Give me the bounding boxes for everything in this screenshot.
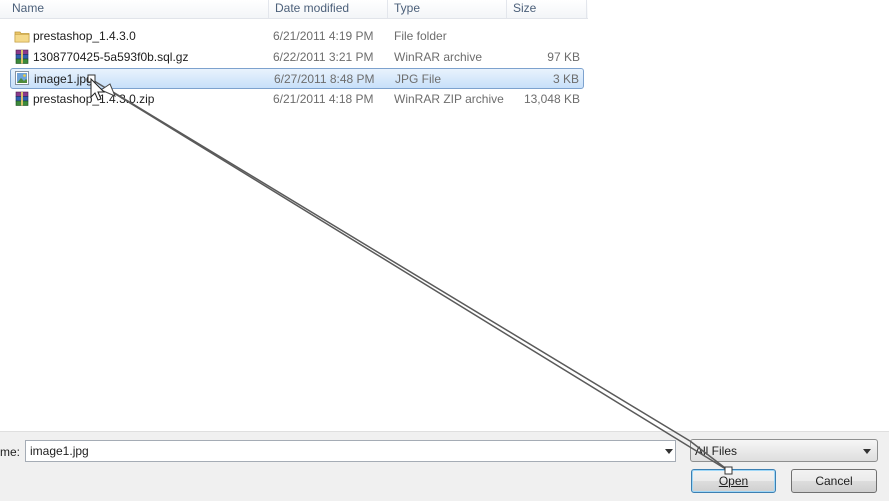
cancel-button-label: Cancel — [815, 474, 853, 488]
column-date-header[interactable]: Date modified — [269, 0, 388, 18]
file-name: image1.jpg — [34, 72, 93, 86]
file-name: 1308770425-5a593f0b.sql.gz — [33, 50, 189, 64]
jpg-image-icon — [15, 71, 29, 85]
winrar-zip-icon — [15, 91, 29, 106]
file-date: 6/21/2011 4:19 PM — [273, 29, 374, 43]
file-type: JPG File — [395, 72, 442, 86]
column-size-header[interactable]: Size — [507, 0, 587, 18]
folder-icon — [14, 31, 30, 43]
file-name: prestashop_1.4.3.0.zip — [33, 92, 155, 106]
file-type: File folder — [394, 29, 447, 43]
file-row-sql-gz[interactable]: 1308770425-5a593f0b.sql.gz 6/22/2011 3:2… — [10, 47, 584, 68]
filename-dropdown-arrow-icon[interactable] — [665, 449, 673, 454]
file-row-zip[interactable]: prestashop_1.4.3.0.zip 6/21/2011 4:18 PM… — [10, 89, 584, 110]
filename-input[interactable]: image1.jpg — [25, 440, 676, 462]
file-date: 6/21/2011 4:18 PM — [273, 92, 374, 106]
chevron-down-icon — [863, 449, 871, 454]
file-name: prestashop_1.4.3.0 — [33, 29, 136, 43]
file-size: 13,048 KB — [523, 92, 580, 106]
file-type-filter-select[interactable]: All Files — [690, 439, 878, 462]
file-size: 97 KB — [547, 50, 580, 64]
file-date: 6/27/2011 8:48 PM — [274, 72, 375, 86]
file-type-filter-value: All Files — [695, 444, 738, 458]
cancel-button[interactable]: Cancel — [791, 469, 877, 493]
winrar-archive-icon — [15, 49, 29, 64]
open-button[interactable]: Open — [691, 469, 776, 493]
file-type: WinRAR archive — [394, 50, 483, 64]
filename-value: image1.jpg — [30, 444, 89, 458]
drag-path-line — [90, 78, 730, 472]
column-header: Name Date modified Type Size — [0, 0, 588, 19]
file-row-image-jpg[interactable]: image1.jpg 6/27/2011 8:48 PM JPG File 3 … — [10, 68, 584, 89]
file-type: WinRAR ZIP archive — [394, 92, 504, 106]
column-type-header[interactable]: Type — [388, 0, 507, 18]
file-row-folder[interactable]: prestashop_1.4.3.0 6/21/2011 4:19 PM Fil… — [10, 26, 584, 47]
file-date: 6/22/2011 3:21 PM — [273, 50, 374, 64]
open-button-label: Open — [718, 474, 749, 488]
file-size: 3 KB — [552, 72, 579, 86]
filename-label: me: — [0, 445, 21, 459]
column-name-header[interactable]: Name — [6, 0, 269, 18]
